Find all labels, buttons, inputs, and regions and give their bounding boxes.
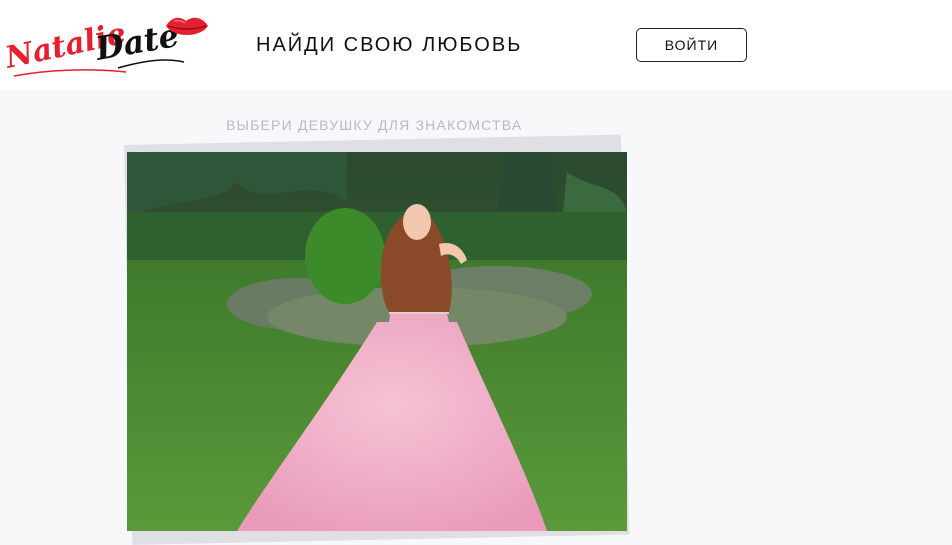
section-title: ВЫБЕРИ ДЕВУШКУ ДЛЯ ЗНАКОМСТВА — [226, 117, 523, 133]
site-logo[interactable]: Natalie Date — [1, 10, 210, 80]
logo-graphic: Natalie Date — [1, 16, 208, 77]
profile-photo-image — [127, 152, 627, 531]
login-button[interactable]: ВОЙТИ — [636, 28, 747, 62]
site-tagline: НАЙДИ СВОЮ ЛЮБОВЬ — [256, 34, 523, 56]
profile-photo-card[interactable] — [127, 152, 627, 531]
site-header: Natalie Date НАЙДИ СВОЮ ЛЮБОВЬ ВОЙТИ — [0, 0, 952, 90]
